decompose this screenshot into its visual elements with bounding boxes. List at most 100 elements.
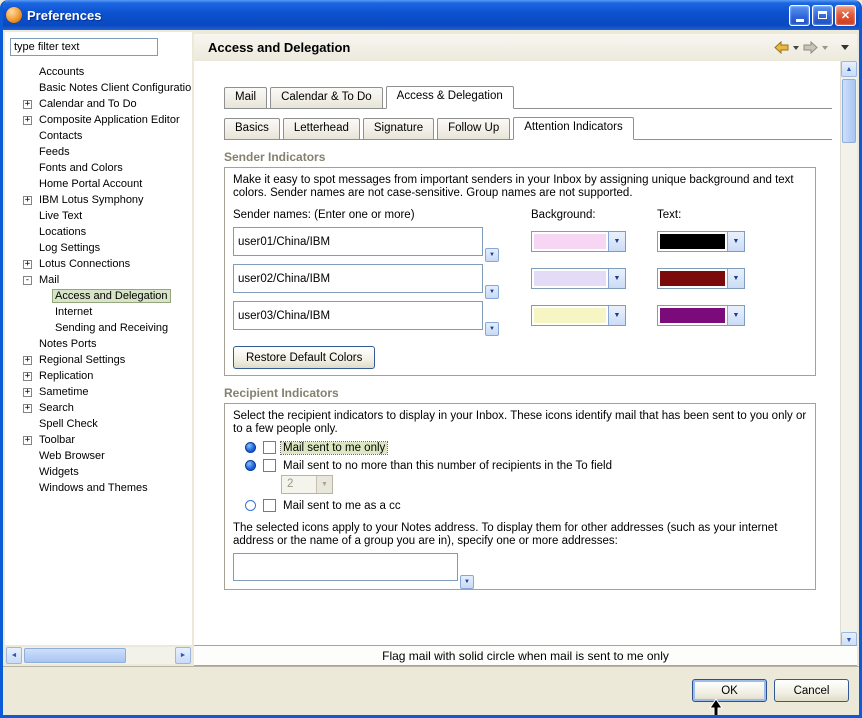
- expand-plus-icon[interactable]: +: [23, 404, 32, 413]
- tree-item-label: Composite Application Editor: [37, 114, 182, 126]
- content-vertical-scrollbar[interactable]: ▲ ▼: [840, 61, 857, 648]
- tab-basics[interactable]: Basics: [224, 118, 280, 139]
- horizontal-scroll-track[interactable]: [128, 647, 175, 664]
- expand-plus-icon[interactable]: +: [23, 116, 32, 125]
- tree-item-web-browser[interactable]: Web Browser: [23, 448, 192, 464]
- background-color-combo[interactable]: ▼: [531, 231, 626, 252]
- other-addresses-dropdown-button[interactable]: ▼: [460, 575, 474, 589]
- tab-follow-up[interactable]: Follow Up: [437, 118, 510, 139]
- close-button[interactable]: ✕: [835, 5, 856, 26]
- scroll-left-button[interactable]: ◄: [6, 647, 22, 664]
- text-color-combo[interactable]: ▼: [657, 305, 745, 326]
- tree-item-widgets[interactable]: Widgets: [23, 464, 192, 480]
- text-color-dropdown-icon[interactable]: ▼: [727, 232, 744, 251]
- tree-item-feeds[interactable]: Feeds: [23, 144, 192, 160]
- tab-letterhead[interactable]: Letterhead: [283, 118, 360, 139]
- restore-default-colors-button[interactable]: Restore Default Colors: [233, 346, 375, 369]
- minimize-icon: [796, 19, 804, 22]
- filter-input[interactable]: [10, 38, 158, 56]
- scroll-right-button[interactable]: ►: [175, 647, 191, 664]
- background-color-dropdown-icon[interactable]: ▼: [608, 232, 625, 251]
- collapse-minus-icon[interactable]: -: [23, 276, 32, 285]
- recipient-option: Mail sent to me only: [233, 441, 807, 454]
- recipient-option-checkbox[interactable]: [263, 499, 276, 512]
- tree-item-mail[interactable]: -Mail: [23, 272, 192, 288]
- sidebar-horizontal-scrollbar[interactable]: ◄ ►: [6, 647, 191, 664]
- back-icon[interactable]: [773, 41, 790, 54]
- horizontal-scroll-thumb[interactable]: [24, 648, 126, 663]
- tree-item-spell-check[interactable]: Spell Check: [23, 416, 192, 432]
- expand-plus-icon[interactable]: +: [23, 260, 32, 269]
- sender-name-input[interactable]: [233, 227, 483, 256]
- tree-item-label: Basic Notes Client Configuration: [37, 82, 192, 94]
- expand-plus-icon[interactable]: +: [23, 436, 32, 445]
- text-color-dropdown-icon[interactable]: ▼: [727, 306, 744, 325]
- tree-item-notes-ports[interactable]: Notes Ports: [23, 336, 192, 352]
- sender-row: ▼▼▼: [233, 264, 807, 295]
- tree-item-sametime[interactable]: +Sametime: [23, 384, 192, 400]
- recipient-option-checkbox[interactable]: [263, 459, 276, 472]
- maximize-button[interactable]: [812, 5, 833, 26]
- tree-item-fonts-and-colors[interactable]: Fonts and Colors: [23, 160, 192, 176]
- tree-item-calendar-and-to-do[interactable]: +Calendar and To Do: [23, 96, 192, 112]
- tree-item-live-text[interactable]: Live Text: [23, 208, 192, 224]
- tree-item-label: Accounts: [37, 66, 86, 78]
- recipient-option-checkbox[interactable]: [263, 441, 276, 454]
- background-color-dropdown-icon[interactable]: ▼: [608, 269, 625, 288]
- expand-plus-icon[interactable]: +: [23, 356, 32, 365]
- tree-item-home-portal-account[interactable]: Home Portal Account: [23, 176, 192, 192]
- tree-item-accounts[interactable]: Accounts: [23, 64, 192, 80]
- back-history-dropdown-icon[interactable]: [793, 46, 799, 50]
- tree-item-internet[interactable]: Internet: [23, 304, 192, 320]
- text-color-combo[interactable]: ▼: [657, 268, 745, 289]
- titlebar[interactable]: Preferences ✕: [0, 0, 862, 30]
- text-color-swatch: [660, 234, 725, 249]
- sender-name-dropdown-button[interactable]: ▼: [485, 248, 499, 262]
- tree-item-log-settings[interactable]: Log Settings: [23, 240, 192, 256]
- expand-plus-icon[interactable]: +: [23, 372, 32, 381]
- sender-name-input[interactable]: [233, 301, 483, 330]
- tree-item-replication[interactable]: +Replication: [23, 368, 192, 384]
- tree-item-basic-notes-client-configuration[interactable]: Basic Notes Client Configuration: [23, 80, 192, 96]
- tree-item-composite-application-editor[interactable]: + Composite Application Editor: [23, 112, 192, 128]
- sender-indicators-description: Make it easy to spot messages from impor…: [233, 174, 807, 200]
- vertical-scroll-thumb[interactable]: [842, 79, 856, 143]
- sender-name-input[interactable]: [233, 264, 483, 293]
- tree-item-locations[interactable]: Locations: [23, 224, 192, 240]
- tree-item-sending-and-receiving[interactable]: Sending and Receiving: [23, 320, 192, 336]
- tree-item-contacts[interactable]: Contacts: [23, 128, 192, 144]
- ok-button[interactable]: OK: [692, 679, 767, 702]
- tree-item-regional-settings[interactable]: +Regional Settings: [23, 352, 192, 368]
- cancel-button[interactable]: Cancel: [774, 679, 849, 702]
- text-color-combo[interactable]: ▼: [657, 231, 745, 252]
- sender-name-dropdown-button[interactable]: ▼: [485, 285, 499, 299]
- text-color-dropdown-icon[interactable]: ▼: [727, 269, 744, 288]
- tab-signature[interactable]: Signature: [363, 118, 434, 139]
- expand-plus-icon[interactable]: +: [23, 196, 32, 205]
- background-color-combo[interactable]: ▼: [531, 305, 626, 326]
- other-addresses-input[interactable]: [233, 553, 458, 581]
- sender-name-dropdown-button[interactable]: ▼: [485, 322, 499, 336]
- expand-plus-icon[interactable]: +: [23, 100, 32, 109]
- tab-access-delegation[interactable]: Access & Delegation: [386, 86, 514, 109]
- tree-item-ibm-lotus-symphony[interactable]: +IBM Lotus Symphony: [23, 192, 192, 208]
- minimize-button[interactable]: [789, 5, 810, 26]
- tab-calendar-to-do[interactable]: Calendar & To Do: [270, 87, 383, 108]
- tab-attention-indicators[interactable]: Attention Indicators: [513, 117, 633, 140]
- tree-item-access-and-delegation[interactable]: Access and Delegation: [23, 288, 192, 304]
- tree-item-toolbar[interactable]: +Toolbar: [23, 432, 192, 448]
- vertical-scroll-track[interactable]: [841, 145, 857, 632]
- tab-mail[interactable]: Mail: [224, 87, 267, 108]
- view-menu-icon[interactable]: [841, 45, 849, 50]
- expand-plus-icon[interactable]: +: [23, 388, 32, 397]
- forward-icon[interactable]: [802, 41, 819, 54]
- preferences-tree: Accounts Basic Notes Client Configuration…: [5, 64, 192, 624]
- tree-item-search[interactable]: +Search: [23, 400, 192, 416]
- tree-item-lotus-connections[interactable]: +Lotus Connections: [23, 256, 192, 272]
- scroll-up-button[interactable]: ▲: [841, 61, 857, 77]
- background-color-dropdown-icon[interactable]: ▼: [608, 306, 625, 325]
- background-color-combo[interactable]: ▼: [531, 268, 626, 289]
- forward-history-dropdown-icon[interactable]: [822, 46, 828, 50]
- tree-item-windows-and-themes[interactable]: Windows and Themes: [23, 480, 192, 496]
- tree-item-label: Sending and Receiving: [53, 322, 170, 334]
